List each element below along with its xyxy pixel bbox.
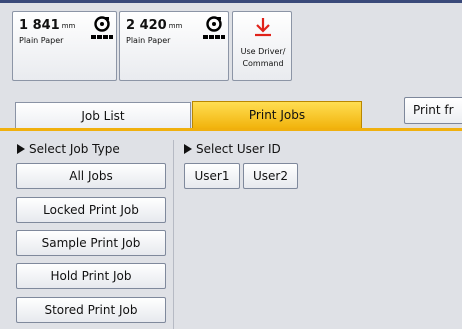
- user2-button[interactable]: User2: [243, 163, 298, 189]
- tray-paper-type: Plain Paper: [126, 36, 171, 45]
- paper-roll-icon: [91, 16, 113, 39]
- tab-underline: [0, 128, 462, 131]
- triangle-icon: [184, 144, 192, 154]
- paper-roll-icon: [203, 16, 225, 39]
- tab-job-list[interactable]: Job List: [15, 102, 191, 129]
- select-user-id-heading: Select User ID: [184, 142, 281, 156]
- stored-print-job-button[interactable]: Stored Print Job: [16, 297, 166, 323]
- print-from-button[interactable]: Print fr: [404, 97, 462, 124]
- tray-paper-type: Plain Paper: [19, 36, 64, 45]
- locked-print-job-button[interactable]: Locked Print Job: [16, 197, 166, 223]
- all-jobs-button[interactable]: All Jobs: [16, 163, 166, 189]
- column-divider: [173, 140, 174, 329]
- sample-print-job-button[interactable]: Sample Print Job: [16, 230, 166, 256]
- tray-size: 2 420 mm: [126, 18, 183, 33]
- driver-label: Use Driver/ Command: [240, 47, 286, 68]
- user1-button[interactable]: User1: [184, 163, 240, 189]
- triangle-icon: [17, 144, 25, 154]
- top-strip: [0, 0, 462, 3]
- paper-tray-2[interactable]: 2 420 mm Plain Paper: [119, 11, 229, 81]
- hold-print-job-button[interactable]: Hold Print Job: [16, 263, 166, 289]
- use-driver-command-button[interactable]: Use Driver/ Command: [232, 11, 292, 81]
- tray-size: 1 841 mm: [19, 18, 76, 33]
- select-job-type-heading: Select Job Type: [17, 142, 120, 156]
- paper-tray-1[interactable]: 1 841 mm Plain Paper: [12, 11, 117, 81]
- download-arrow-icon: [255, 18, 271, 37]
- tab-print-jobs[interactable]: Print Jobs: [192, 101, 362, 129]
